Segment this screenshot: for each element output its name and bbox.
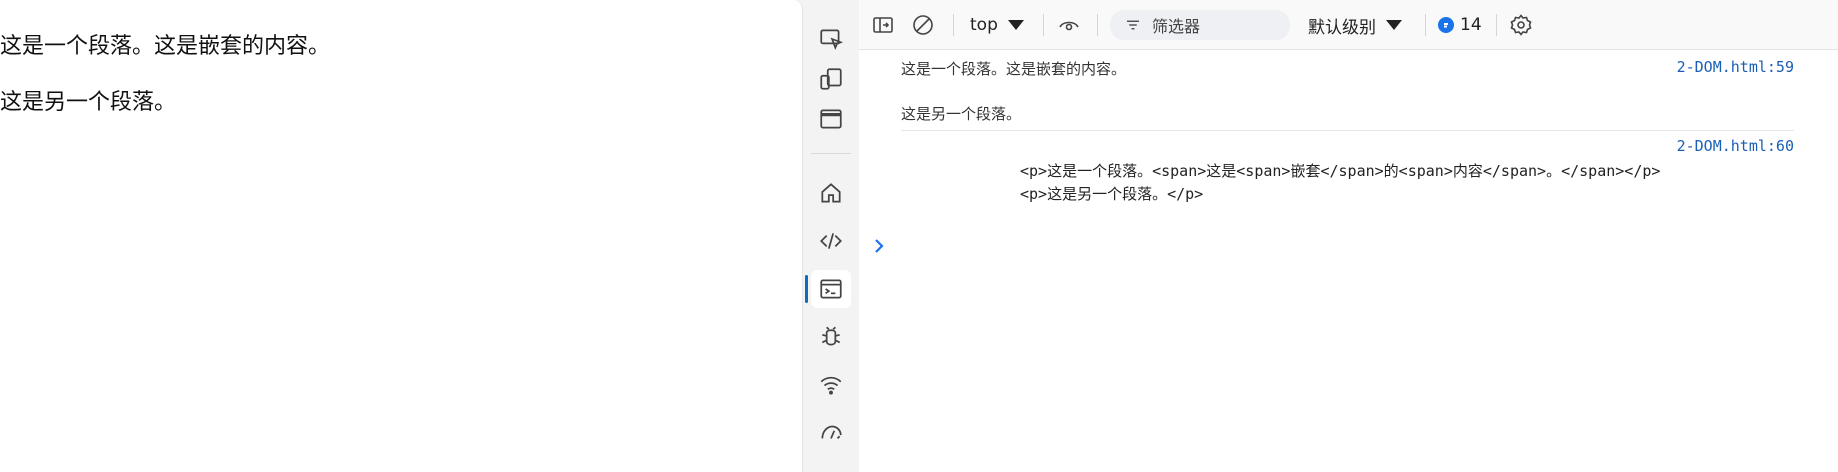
devtools-activity-bar <box>803 0 859 472</box>
page-preview: 这是一个段落。这是嵌套的内容。 这是另一个段落。 <box>0 0 803 472</box>
caret-down-icon <box>1386 20 1402 30</box>
source-link[interactable]: 2-DOM.html:59 <box>1677 58 1794 76</box>
elements-tool-button[interactable] <box>811 222 851 260</box>
console-settings-button[interactable] <box>1509 10 1533 40</box>
console-html-line[interactable]: <p>这是另一个段落。</p> <box>1020 183 1203 204</box>
filter-input[interactable]: 筛选器 <box>1110 10 1290 40</box>
source-link[interactable]: 2-DOM.html:60 <box>1677 137 1794 155</box>
toolbar-divider <box>953 14 954 36</box>
context-selector-label: top <box>970 15 998 35</box>
context-selector[interactable]: top <box>970 10 1024 40</box>
inspect-button[interactable] <box>811 20 851 58</box>
inspect-icon <box>820 29 844 50</box>
message-count: 14 <box>1460 15 1482 35</box>
performance-tool-button[interactable] <box>811 414 851 452</box>
clear-console-button[interactable] <box>911 10 935 40</box>
console-log-line[interactable]: 这是另一个段落。 <box>901 103 1021 124</box>
welcome-home-button[interactable] <box>811 174 851 212</box>
home-icon <box>821 183 841 203</box>
performance-gauge-icon <box>821 425 842 440</box>
network-wifi-icon <box>820 376 842 395</box>
sidebar-toggle-icon <box>873 17 893 33</box>
message-divider <box>901 130 1794 131</box>
console-prompt[interactable] <box>869 236 889 256</box>
page-paragraph-1: 这是一个段落。这是嵌套的内容。 <box>0 34 331 59</box>
sources-debugger-button[interactable] <box>811 318 851 356</box>
toolbar-divider <box>1097 14 1098 36</box>
log-level-selector[interactable]: 默认级别 <box>1308 10 1402 40</box>
console-log-line[interactable]: 这是一个段落。这是嵌套的内容。 <box>901 58 1126 79</box>
filter-placeholder: 筛选器 <box>1152 17 1201 36</box>
activity-divider <box>811 153 851 154</box>
live-expression-button[interactable] <box>1057 10 1081 40</box>
console-html-line[interactable]: <p>这是一个段落。<span>这是<span>嵌套</span>的<span>… <box>1020 160 1660 181</box>
console-tool-button[interactable] <box>805 270 851 308</box>
network-tool-button[interactable] <box>811 366 851 404</box>
message-icon <box>1438 17 1454 33</box>
device-emulation-icon <box>820 68 842 90</box>
toolbar-divider <box>1425 14 1426 36</box>
console-panel: top 筛选器 默认级别 14 这是一个段落。这是嵌套的内容。 2-DOM.ht… <box>859 0 1838 472</box>
clear-circle-slash-icon <box>913 15 933 35</box>
toolbar-divider <box>1043 14 1044 36</box>
page-paragraph-2: 这是另一个段落。 <box>0 90 177 115</box>
elements-code-icon <box>820 233 842 249</box>
toggle-sidebar-button[interactable] <box>871 10 895 40</box>
device-emulation-button[interactable] <box>811 60 851 98</box>
eye-icon <box>1059 21 1079 31</box>
log-level-label: 默认级别 <box>1308 17 1376 38</box>
window-button[interactable] <box>811 100 851 138</box>
window-icon <box>820 109 842 129</box>
caret-down-icon <box>1007 20 1024 30</box>
filter-icon <box>1127 20 1139 30</box>
console-messages: 这是一个段落。这是嵌套的内容。 2-DOM.html:59 这是另一个段落。 2… <box>859 50 1838 472</box>
console-toolbar: top 筛选器 默认级别 14 <box>859 0 1838 50</box>
bug-icon <box>821 326 841 346</box>
gear-icon <box>1510 14 1532 36</box>
toolbar-divider <box>1496 14 1497 36</box>
console-icon <box>820 279 842 299</box>
chevron-right-icon <box>875 239 884 253</box>
browser-devtools-window: 这是一个段落。这是嵌套的内容。 这是另一个段落。 top 筛选器 默认级别 14… <box>0 0 1838 472</box>
message-count-badge[interactable]: 14 <box>1438 10 1482 40</box>
